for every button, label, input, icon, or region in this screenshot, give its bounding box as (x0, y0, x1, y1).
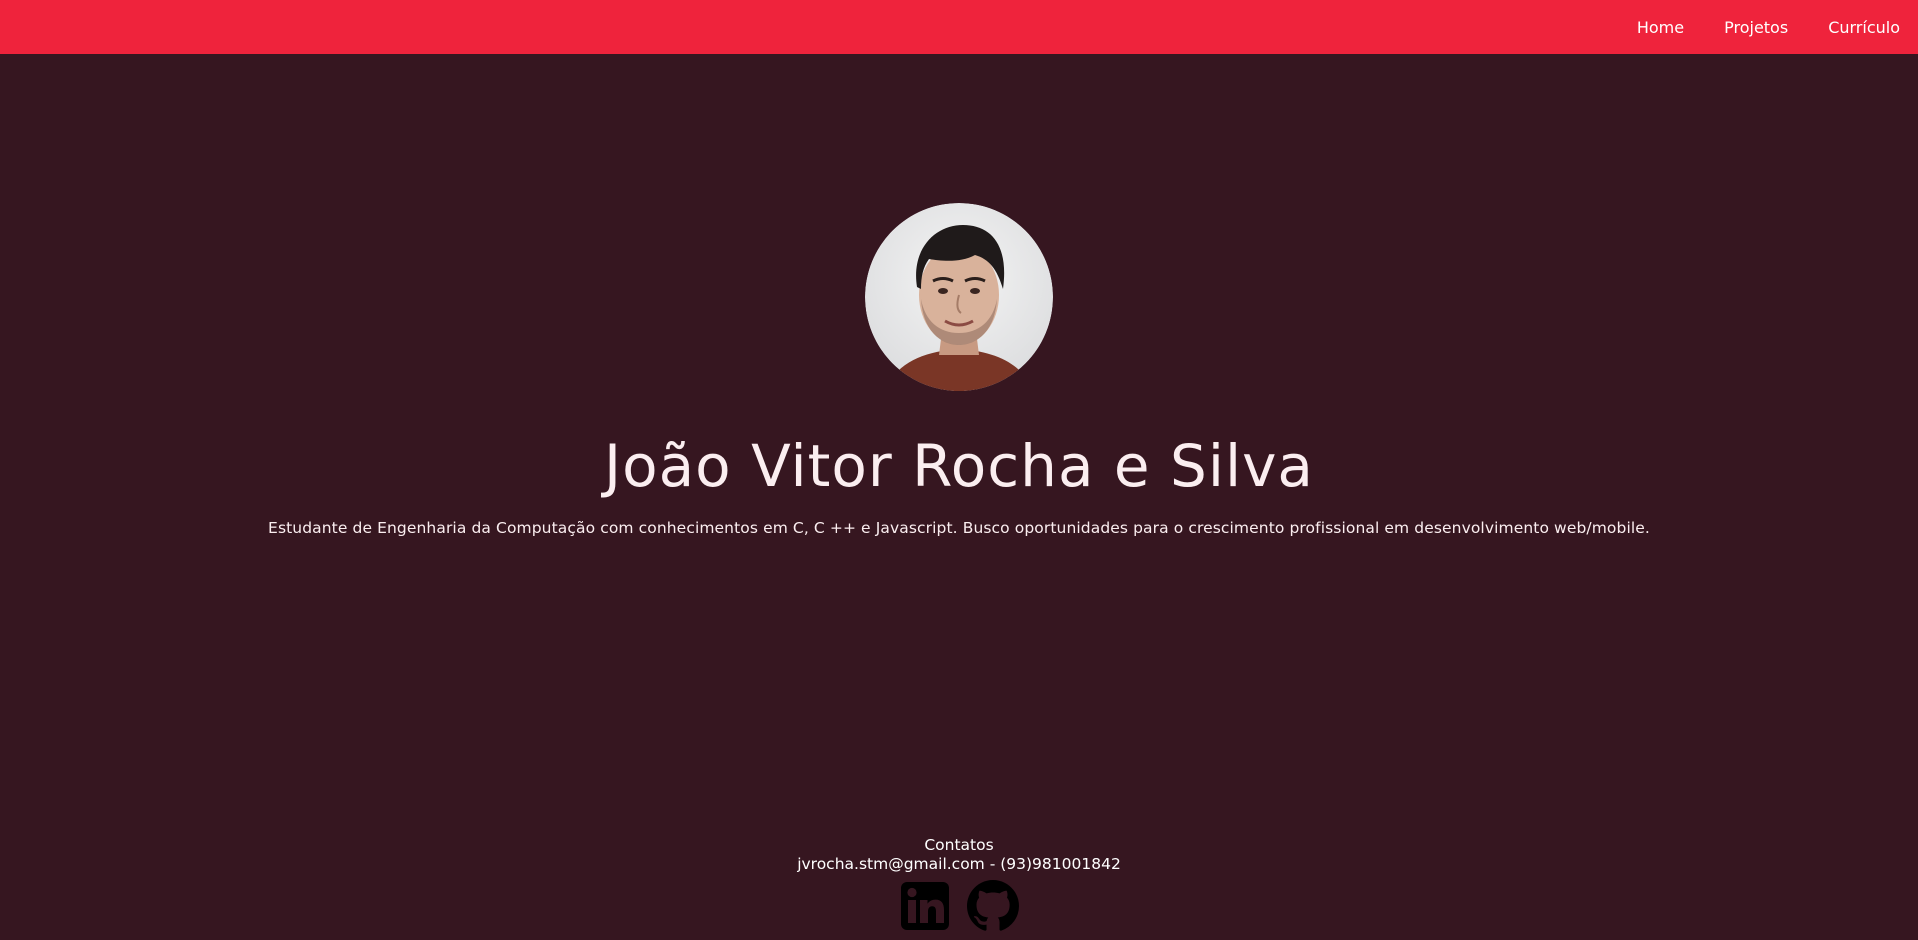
linkedin-link[interactable] (899, 880, 951, 932)
contacts-details: jvrocha.stm@gmail.com - (93)981001842 (797, 855, 1121, 873)
social-links (0, 880, 1918, 932)
contacts-section: Contatos jvrocha.stm@gmail.com - (93)981… (0, 836, 1918, 932)
nav-link-projetos[interactable]: Projetos (1724, 18, 1788, 37)
github-link[interactable] (967, 880, 1019, 932)
top-navbar: Home Projetos Currículo (0, 0, 1918, 54)
linkedin-icon (901, 882, 949, 930)
nav-menu: Home Projetos Currículo (1637, 0, 1900, 54)
profile-name: João Vitor Rocha e Silva (604, 432, 1314, 500)
nav-link-curriculo[interactable]: Currículo (1828, 18, 1900, 37)
hero-section: João Vitor Rocha e Silva Estudante de En… (0, 203, 1918, 537)
nav-link-home[interactable]: Home (1637, 18, 1684, 37)
profile-avatar (865, 203, 1053, 391)
profile-bio: Estudante de Engenharia da Computação co… (268, 519, 1650, 537)
github-icon (967, 880, 1019, 931)
contacts-heading: Contatos (924, 836, 994, 854)
